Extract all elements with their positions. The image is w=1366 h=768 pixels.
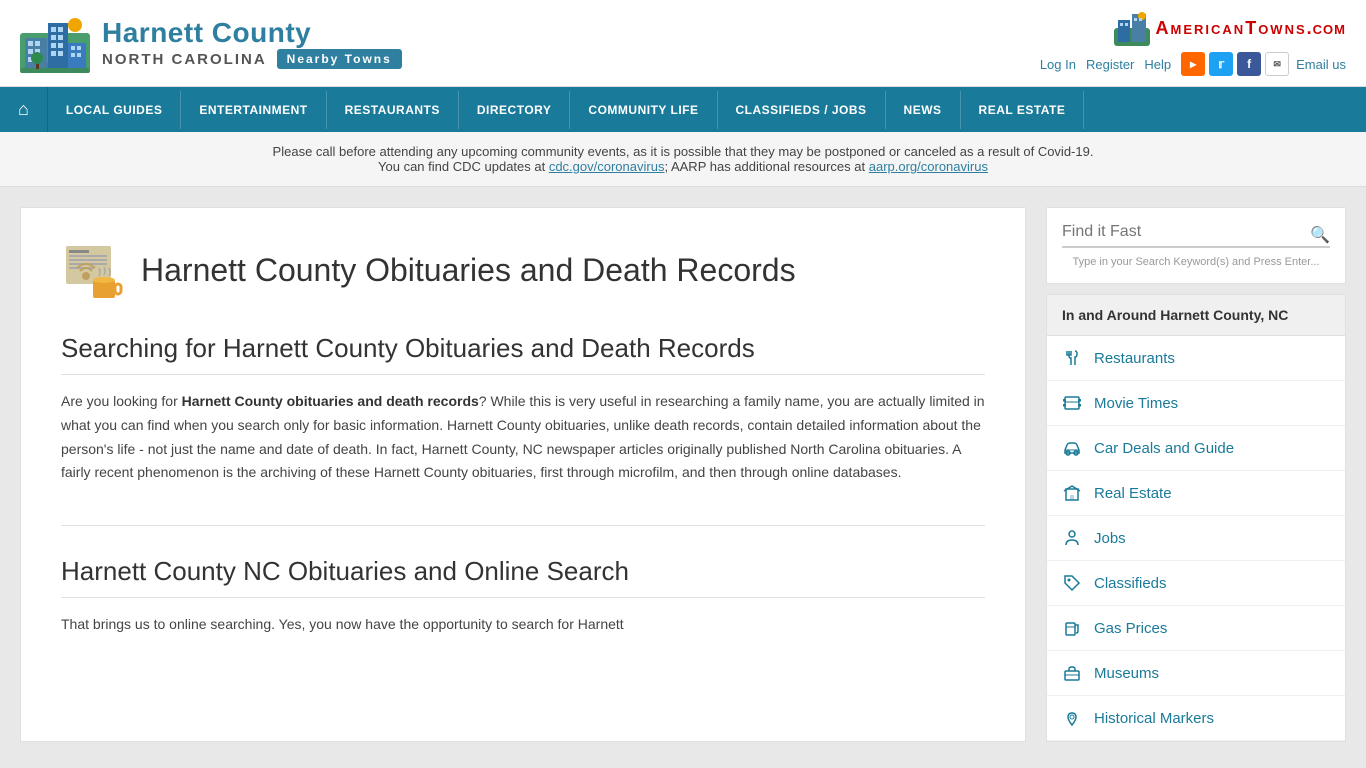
gas-prices-label: Gas Prices — [1094, 620, 1167, 637]
section1-title: Searching for Harnett County Obituaries … — [61, 333, 985, 375]
car-deals-label: Car Deals and Guide — [1094, 440, 1234, 457]
sidebar-item-classifieds[interactable]: Classifieds — [1047, 561, 1345, 606]
classifieds-label: Classifieds — [1094, 575, 1167, 592]
at-logo-icon — [1114, 10, 1150, 46]
local-section-header: In and Around Harnett County, NC — [1047, 295, 1345, 336]
site-logo-icon — [20, 13, 90, 73]
aarp-link[interactable]: aarp.org/coronavirus — [869, 159, 988, 174]
americantowns-logo-text: AmericanTowns.com — [1156, 18, 1346, 39]
county-name: Harnett County — [102, 17, 402, 49]
cdc-link[interactable]: cdc.gov/coronavirus — [549, 159, 665, 174]
search-hint: Type in your Search Keyword(s) and Press… — [1062, 256, 1330, 268]
twitter-icon[interactable]: 𝕣 — [1209, 52, 1233, 76]
sidebar: 🔍 Type in your Search Keyword(s) and Pre… — [1046, 207, 1346, 742]
alert-bar: Please call before attending any upcomin… — [0, 132, 1366, 187]
page-title: Harnett County Obituaries and Death Reco… — [141, 251, 796, 289]
alert-text-2: You can find CDC updates at cdc.gov/coro… — [20, 159, 1346, 174]
car-icon — [1062, 438, 1082, 458]
sidebar-item-gas-prices[interactable]: Gas Prices — [1047, 606, 1345, 651]
register-link[interactable]: Register — [1086, 57, 1134, 72]
building-icon — [1062, 483, 1082, 503]
tag-icon — [1062, 573, 1082, 593]
sidebar-item-restaurants[interactable]: Restaurants — [1047, 336, 1345, 381]
facebook-icon[interactable]: f — [1237, 52, 1261, 76]
bold-phrase: Harnett County obituaries and death reco… — [182, 393, 479, 409]
login-link[interactable]: Log In — [1040, 57, 1076, 72]
nav-directory[interactable]: DIRECTORY — [459, 91, 571, 129]
search-box: 🔍 Type in your Search Keyword(s) and Pre… — [1046, 207, 1346, 284]
at-logo: AmericanTowns.com — [1114, 10, 1346, 46]
nav-home-icon[interactable]: ⌂ — [0, 87, 48, 132]
alert-text-1: Please call before attending any upcomin… — [20, 144, 1346, 159]
nav-classifieds-jobs[interactable]: CLASSIFIEDS / JOBS — [718, 91, 886, 129]
historical-markers-label: Historical Markers — [1094, 710, 1214, 727]
museums-label: Museums — [1094, 665, 1159, 682]
sidebar-item-museums[interactable]: Museums — [1047, 651, 1345, 696]
email-icon[interactable]: ✉ — [1265, 52, 1289, 76]
sidebar-item-jobs[interactable]: Jobs — [1047, 516, 1345, 561]
content-area: Harnett County Obituaries and Death Reco… — [20, 207, 1026, 742]
search-input-wrap: 🔍 — [1062, 223, 1330, 248]
sidebar-item-historical-markers[interactable]: Historical Markers — [1047, 696, 1345, 741]
section1-body: Are you looking for Harnett County obitu… — [61, 390, 985, 485]
section2-title: Harnett County NC Obituaries and Online … — [61, 556, 985, 598]
header-right: AmericanTowns.com Log In Register Help ▸… — [1040, 10, 1346, 76]
sidebar-item-movie-times[interactable]: Movie Times — [1047, 381, 1345, 426]
page-header: Harnett County Obituaries and Death Reco… — [61, 238, 985, 303]
rss-icon[interactable]: ▸ — [1181, 52, 1205, 76]
nav-news[interactable]: NEWS — [886, 91, 961, 129]
real-estate-label: Real Estate — [1094, 485, 1172, 502]
nearby-towns-button[interactable]: Nearby Towns — [277, 49, 402, 69]
person-icon — [1062, 528, 1082, 548]
nav-real-estate[interactable]: REAL ESTATE — [961, 91, 1085, 129]
header-left: Harnett County NORTH CAROLINA Nearby Tow… — [20, 13, 402, 73]
site-title: Harnett County NORTH CAROLINA Nearby Tow… — [102, 17, 402, 69]
nav-community-life[interactable]: COMMUNITY LIFE — [570, 91, 717, 129]
restaurants-label: Restaurants — [1094, 350, 1175, 367]
social-icons: ▸ 𝕣 f ✉ Email us — [1181, 52, 1346, 76]
main-nav: ⌂ LOCAL GUIDES ENTERTAINMENT RESTAURANTS… — [0, 87, 1366, 132]
local-section: In and Around Harnett County, NC Restaur… — [1046, 294, 1346, 742]
movie-times-label: Movie Times — [1094, 395, 1178, 412]
nav-local-guides[interactable]: LOCAL GUIDES — [48, 91, 181, 129]
sidebar-item-car-deals[interactable]: Car Deals and Guide — [1047, 426, 1345, 471]
main-container: Harnett County Obituaries and Death Reco… — [0, 187, 1366, 762]
header: Harnett County NORTH CAROLINA Nearby Tow… — [0, 0, 1366, 87]
section2-body: That brings us to online searching. Yes,… — [61, 613, 985, 637]
help-link[interactable]: Help — [1144, 57, 1171, 72]
search-icon: 🔍 — [1310, 225, 1330, 245]
page-icon — [61, 238, 126, 303]
briefcase-icon — [1062, 663, 1082, 683]
nav-entertainment[interactable]: ENTERTAINMENT — [181, 91, 326, 129]
jobs-label: Jobs — [1094, 530, 1126, 547]
header-actions: Log In Register Help ▸ 𝕣 f ✉ Email us — [1040, 52, 1346, 76]
email-link[interactable]: Email us — [1296, 57, 1346, 72]
pin-icon — [1062, 708, 1082, 728]
gas-icon — [1062, 618, 1082, 638]
state-name: NORTH CAROLINA Nearby Towns — [102, 49, 402, 69]
fork-knife-icon — [1062, 348, 1082, 368]
film-icon — [1062, 393, 1082, 413]
section2: Harnett County NC Obituaries and Online … — [61, 525, 985, 637]
nav-restaurants[interactable]: RESTAURANTS — [327, 91, 459, 129]
sidebar-item-real-estate[interactable]: Real Estate — [1047, 471, 1345, 516]
search-input[interactable] — [1062, 223, 1330, 241]
